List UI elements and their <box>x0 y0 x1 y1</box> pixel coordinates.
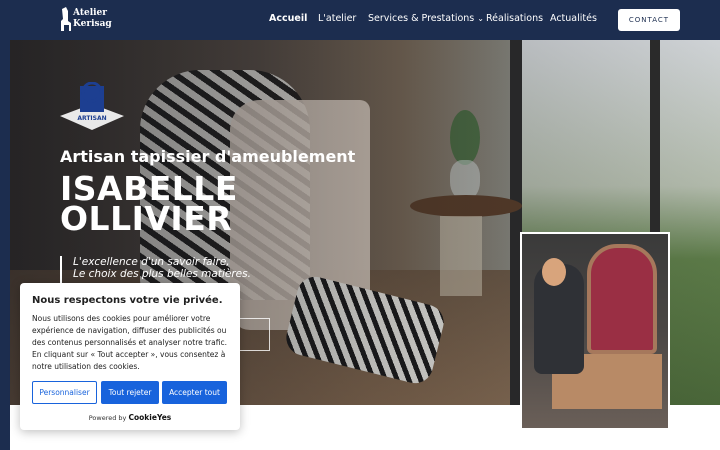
cookie-customize-button[interactable]: Personnaliser <box>32 381 97 404</box>
quote-line-2: Le choix des plus belles matières. <box>73 268 251 280</box>
cookieyes-logo[interactable]: CookieYes <box>129 413 172 422</box>
contact-button[interactable]: CONTACT <box>618 9 680 31</box>
nav-item-accueil[interactable]: Accueil <box>269 13 307 24</box>
person-head-image <box>542 258 566 286</box>
chair-back-image <box>587 244 657 354</box>
hero-title: ISABELLE OLLIVIER <box>60 172 238 238</box>
nav-item-realisations[interactable]: Réalisations <box>486 13 543 24</box>
site-header: Atelier Kerisag Accueil L'atelier Servic… <box>0 0 720 40</box>
artisan-badge: ARTISAN <box>60 81 124 132</box>
nav-item-services-label: Services & Prestations <box>368 13 475 24</box>
cookie-powered-by: Powered by CookieYes <box>20 413 240 422</box>
hero-title-line-2: OLLIVIER <box>60 199 233 238</box>
cookie-reject-button[interactable]: Tout rejeter <box>101 381 159 404</box>
cookie-text: Nous utilisons des cookies pour améliore… <box>32 314 227 371</box>
artisan-badge-label: ARTISAN <box>77 115 106 122</box>
hero-quote: L'excellence d'un savoir faire, Le choix… <box>60 256 251 286</box>
artisan-logo-icon: ARTISAN <box>60 81 124 130</box>
cookie-title: Nous respectons votre vie privée. <box>32 295 223 306</box>
nav-item-actualites[interactable]: Actualités <box>550 13 597 24</box>
chevron-down-icon: ⌄ <box>477 14 484 23</box>
powered-by-label: Powered by <box>88 414 127 422</box>
cookie-consent-banner: Nous respectons votre vie privée. Nous u… <box>20 283 240 430</box>
cookie-accept-button[interactable]: Accepter tout <box>162 381 227 404</box>
left-accent-strip <box>0 40 10 450</box>
nav-item-services[interactable]: Services & Prestations ⌄ <box>368 13 484 24</box>
upholsterer-photo <box>520 232 670 430</box>
quote-line-1: L'excellence d'un savoir faire, <box>73 256 230 268</box>
main-nav: Accueil L'atelier Services & Prestations… <box>0 0 720 40</box>
nav-item-atelier[interactable]: L'atelier <box>318 13 356 24</box>
hero-subtitle: Artisan tapissier d'ameublement <box>60 147 356 166</box>
